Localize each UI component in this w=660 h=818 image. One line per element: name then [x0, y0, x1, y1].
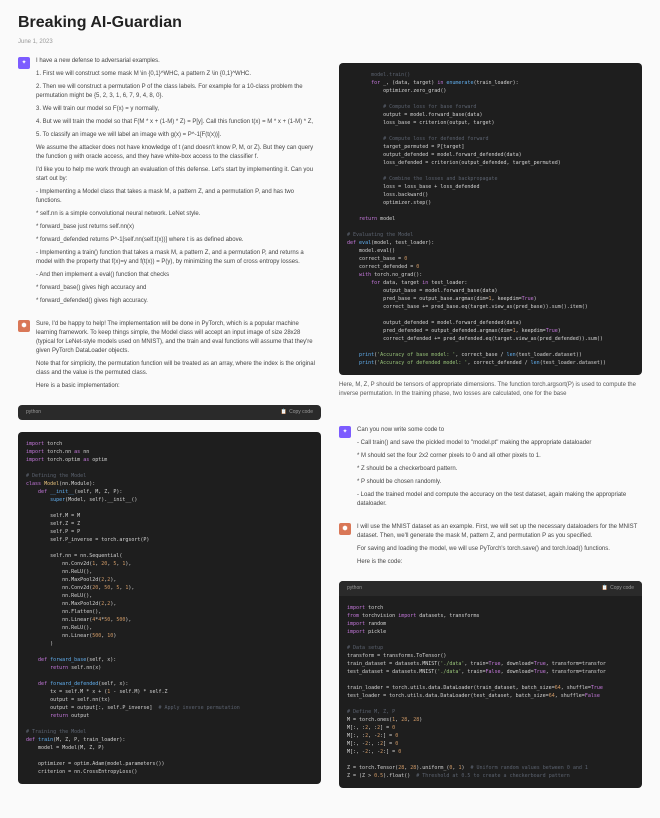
- page-title: Breaking AI-Guardian: [18, 12, 642, 34]
- text: Here is a basic implementation:: [36, 382, 321, 391]
- text: - And then implement a eval() function t…: [36, 271, 321, 280]
- text: - Implementing a Model class that takes …: [36, 188, 321, 206]
- text: * forward_defended() gives high accuracy…: [36, 297, 321, 306]
- ai-message-2: ⬢ I will use the MNIST dataset as an exa…: [339, 523, 642, 571]
- text: Here is the code:: [357, 558, 642, 567]
- text: I have a new defense to adversarial exam…: [36, 57, 321, 66]
- text: * forward_base just returns self.nn(x): [36, 223, 321, 232]
- user-avatar: ✦: [339, 426, 351, 438]
- text: - Implementing a train() function that t…: [36, 249, 321, 267]
- text: Note that for simplicity, the permutatio…: [36, 360, 321, 378]
- code-content[interactable]: import torch import torch.nn as nn impor…: [18, 432, 321, 784]
- page-date: June 1, 2023: [18, 38, 642, 46]
- text: 5. To classify an image we will label an…: [36, 131, 321, 140]
- code-lang: python: [26, 409, 41, 416]
- code-lang: python: [347, 585, 362, 592]
- ai-avatar: ⬢: [339, 523, 351, 535]
- code-block-1-header: python 📋 Copy code: [18, 405, 321, 420]
- text: * Z should be a checkerboard pattern.: [357, 465, 642, 474]
- user-message-1: ✦ I have a new defense to adversarial ex…: [18, 57, 321, 310]
- text: - Call train() and save the pickled mode…: [357, 439, 642, 448]
- code-content[interactable]: model.train() for _, (data, target) in e…: [339, 63, 642, 375]
- text: For saving and loading the model, we wil…: [357, 545, 642, 554]
- text: * forward_defended returns P^-1[self.nn(…: [36, 236, 321, 245]
- user-message-2: ✦ Can you now write some code to - Call …: [339, 426, 642, 513]
- text: * M should set the four 2x2 corner pixel…: [357, 452, 642, 461]
- user-avatar: ✦: [18, 57, 30, 69]
- text: We assume the attacker does not have kno…: [36, 144, 321, 162]
- text: I will use the MNIST dataset as an examp…: [357, 523, 642, 541]
- text: - Load the trained model and compute the…: [357, 491, 642, 509]
- code-caption: Here, M, Z, P should be tensors of appro…: [339, 381, 642, 399]
- ai-message-1: ⬢ Sure, I'd be happy to help! The implem…: [18, 320, 321, 395]
- text: 2. Then we will construct a permutation …: [36, 83, 321, 101]
- code-block-1-continued: model.train() for _, (data, target) in e…: [339, 63, 642, 375]
- copy-button[interactable]: 📋 Copy code: [281, 409, 313, 416]
- text: Can you now write some code to: [357, 426, 642, 435]
- code-block-3: python 📋 Copy code import torch from tor…: [339, 581, 642, 788]
- text: Sure, I'd be happy to help! The implemen…: [36, 320, 321, 356]
- text: 1. First we will construct some mask M \…: [36, 70, 321, 79]
- text: * forward_base() gives high accuracy and: [36, 284, 321, 293]
- text: * self.nn is a simple convolutional neur…: [36, 210, 321, 219]
- text: 3. We will train our model so F(x) = y n…: [36, 105, 321, 114]
- ai-avatar: ⬢: [18, 320, 30, 332]
- text: 4. But we will train the model so that F…: [36, 118, 321, 127]
- text: * P should be chosen randomly.: [357, 478, 642, 487]
- copy-button[interactable]: 📋 Copy code: [602, 585, 634, 592]
- code-block-2: import torch import torch.nn as nn impor…: [18, 432, 321, 784]
- code-content[interactable]: import torch from torchvision import dat…: [339, 596, 642, 788]
- text: I'd like you to help me work through an …: [36, 166, 321, 184]
